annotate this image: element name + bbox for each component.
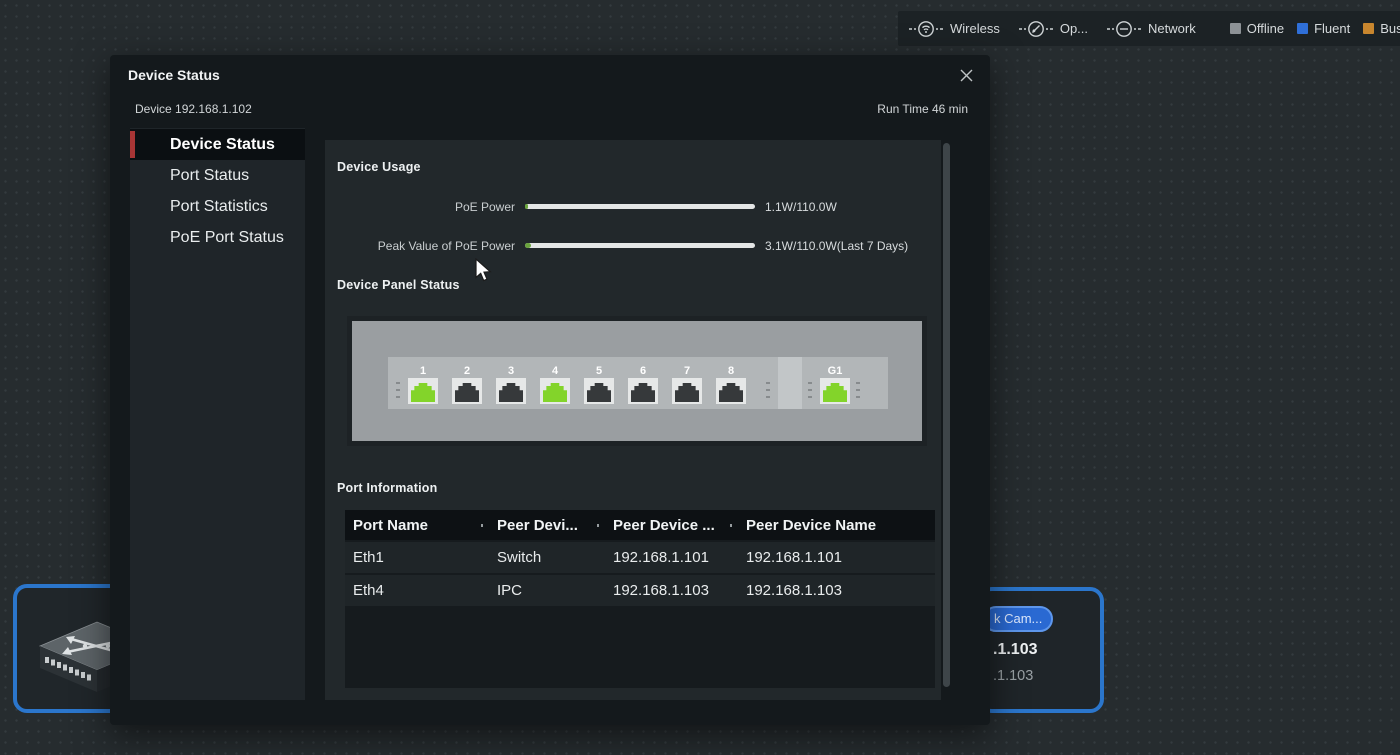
rj45-icon	[543, 383, 567, 402]
port-8-jack	[716, 378, 746, 404]
cell-peer-name: 192.168.1.101	[730, 549, 935, 566]
col-peer-device-2: Peer Device ...	[597, 517, 730, 534]
cell-peer-name: 192.168.1.103	[730, 582, 935, 599]
port-strip: 1 2 3 4 5 6 7 8 G1	[388, 357, 888, 409]
run-time-label: Run Time 46 min	[877, 102, 968, 116]
faceplate-tick-mark	[766, 382, 770, 400]
port-5-jack	[584, 378, 614, 404]
peak-poe-power-progressbar	[525, 243, 755, 248]
port-4[interactable]: 4	[540, 365, 570, 404]
port-g1[interactable]: G1	[820, 365, 850, 404]
device-panel-graphic: 1 2 3 4 5 6 7 8 G1	[347, 316, 927, 446]
cell-peer-ip: 192.168.1.103	[597, 582, 730, 599]
dialog-content: Device Usage PoE Power 1.1W/110.0W Peak …	[325, 140, 941, 700]
port-1[interactable]: 1	[408, 365, 438, 404]
port-7[interactable]: 7	[672, 365, 702, 404]
port-1-jack	[408, 378, 438, 404]
col-peer-device-1: Peer Devi...	[481, 517, 597, 534]
port-3[interactable]: 3	[496, 365, 526, 404]
rj45-icon	[675, 383, 699, 402]
port-2[interactable]: 2	[452, 365, 482, 404]
dialog-sidebar: Device Status Port Status Port Statistic…	[130, 128, 305, 700]
cell-port-name: Eth4	[345, 582, 481, 599]
network-link-icon	[1106, 20, 1142, 38]
port-g1-jack	[820, 378, 850, 404]
offline-label: Offline	[1247, 21, 1284, 36]
port-8[interactable]: 8	[716, 365, 746, 404]
peak-poe-power-value: 3.1W/110.0W(Last 7 Days)	[765, 239, 908, 253]
rj45-icon	[411, 383, 435, 402]
switch-faceplate: 1 2 3 4 5 6 7 8 G1	[352, 321, 922, 441]
poe-power-value: 1.1W/110.0W	[765, 200, 837, 214]
port-7-jack	[672, 378, 702, 404]
col-port-name: Port Name	[345, 517, 481, 534]
cell-peer-ip: 192.168.1.101	[597, 549, 730, 566]
port-4-jack	[540, 378, 570, 404]
cell-peer-type: IPC	[481, 582, 597, 599]
faceplate-tick-mark	[808, 382, 812, 400]
wifi-link-icon	[908, 20, 944, 38]
link-type-optical[interactable]: Op...	[1018, 20, 1088, 38]
link-type-wireless[interactable]: Wireless	[908, 20, 1000, 38]
legend-fluent: Fluent	[1297, 21, 1350, 36]
fluent-status-swatch	[1297, 23, 1308, 34]
col-peer-device-name: Peer Device Name	[730, 517, 935, 534]
peak-poe-power-bar-row: Peak Value of PoE Power 3.1W/110.0W(Last…	[325, 238, 941, 254]
legend-offline: Offline	[1230, 21, 1284, 36]
device-ip-label: Device 192.168.1.102	[135, 102, 252, 116]
rj45-icon	[719, 383, 743, 402]
poe-power-label: PoE Power	[325, 200, 515, 214]
peak-poe-power-label: Peak Value of PoE Power	[325, 239, 515, 253]
rj45-icon	[455, 383, 479, 402]
rj45-icon	[499, 383, 523, 402]
port-6[interactable]: 6	[628, 365, 658, 404]
table-row: Eth4 IPC 192.168.1.103 192.168.1.103	[345, 575, 935, 606]
optical-link-icon	[1018, 20, 1054, 38]
section-title-device-panel: Device Panel Status	[337, 278, 460, 292]
busy-label: Busy	[1380, 21, 1400, 36]
dialog-title: Device Status	[128, 67, 220, 83]
table-row: Eth1 Switch 192.168.1.101 192.168.1.101	[345, 542, 935, 573]
close-icon[interactable]	[956, 65, 976, 85]
link-type-network[interactable]: Network	[1106, 20, 1196, 38]
camera-ip-secondary: .1.103	[993, 668, 1033, 684]
port-6-jack	[628, 378, 658, 404]
port-information-table: Port Name Peer Devi... Peer Device ... P…	[345, 510, 935, 688]
sidebar-item-port-status[interactable]: Port Status	[130, 160, 305, 191]
device-card-camera[interactable]: k Cam... .1.103 .1.103	[978, 587, 1104, 713]
network-label: Network	[1148, 21, 1196, 36]
rj45-icon	[823, 383, 847, 402]
rj45-icon	[587, 383, 611, 402]
port-5[interactable]: 5	[584, 365, 614, 404]
wireless-label: Wireless	[950, 21, 1000, 36]
fluent-label: Fluent	[1314, 21, 1350, 36]
busy-status-swatch	[1363, 23, 1374, 34]
optical-label: Op...	[1060, 21, 1088, 36]
table-header-row: Port Name Peer Devi... Peer Device ... P…	[345, 510, 935, 540]
topology-legend-bar: Wireless Op... Network Offline Fluent B	[898, 11, 1400, 46]
faceplate-spacer	[778, 357, 802, 409]
poe-power-bar-row: PoE Power 1.1W/110.0W	[325, 199, 941, 215]
cell-port-name: Eth1	[345, 549, 481, 566]
camera-name-badge[interactable]: k Cam...	[983, 606, 1053, 632]
section-title-device-usage: Device Usage	[337, 160, 421, 174]
faceplate-tick-mark	[856, 382, 860, 400]
sidebar-item-device-status[interactable]: Device Status	[130, 129, 305, 160]
poe-power-progressbar	[525, 204, 755, 209]
section-title-port-information: Port Information	[337, 481, 437, 495]
sidebar-item-poe-port-status[interactable]: PoE Port Status	[130, 222, 305, 253]
device-status-dialog: Device Status Device 192.168.1.102 Run T…	[110, 55, 990, 725]
port-2-jack	[452, 378, 482, 404]
cell-peer-type: Switch	[481, 549, 597, 566]
legend-busy: Busy	[1363, 21, 1400, 36]
offline-status-swatch	[1230, 23, 1241, 34]
port-3-jack	[496, 378, 526, 404]
vertical-scrollbar[interactable]	[943, 143, 950, 687]
camera-ip-primary: .1.103	[993, 641, 1037, 659]
rj45-icon	[631, 383, 655, 402]
sidebar-item-port-statistics[interactable]: Port Statistics	[130, 191, 305, 222]
faceplate-tick-mark	[396, 382, 400, 400]
